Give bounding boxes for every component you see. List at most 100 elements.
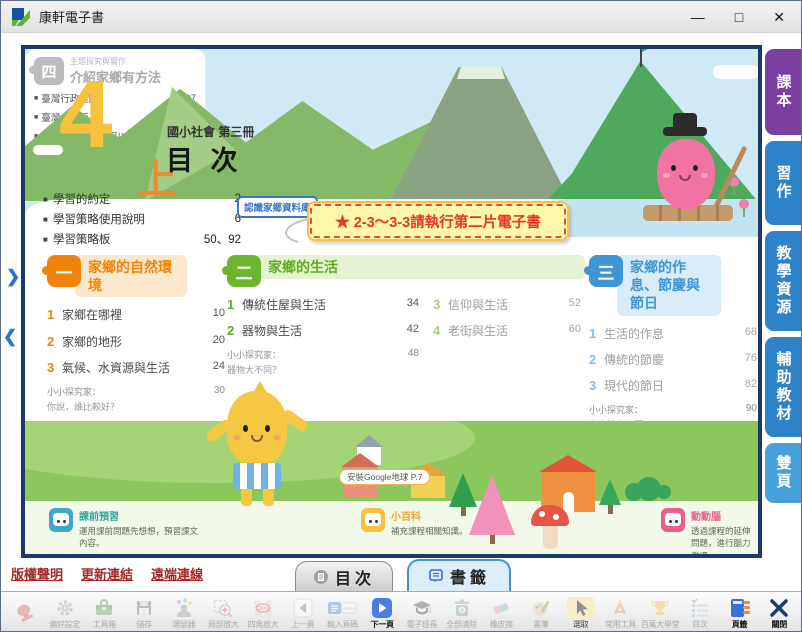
page-tabs-icon bbox=[728, 597, 752, 619]
lesson-row[interactable]: 3 氣候、水資源與生活 24 bbox=[47, 360, 225, 376]
tool-label: 關閉 bbox=[772, 619, 787, 630]
tool-million-hall[interactable]: 百萬大學堂 bbox=[640, 597, 680, 630]
tool-label: 百萬大學堂 bbox=[641, 619, 680, 630]
minimize-button[interactable]: — bbox=[691, 1, 705, 33]
tool-page-input[interactable]: menu 輸入頁碼 bbox=[323, 597, 363, 630]
lesson-row[interactable]: 1 家鄉在哪裡 10 bbox=[47, 307, 225, 323]
lesson-row[interactable]: 1 傳統住屋與生活 34 bbox=[227, 297, 419, 313]
unit-1-section: 一 家鄉的自然環境 1 家鄉在哪裡 10 2 家鄉的地形 20 3 氣候、水資源… bbox=[47, 255, 225, 413]
tool-next-page[interactable]: 下一頁 bbox=[362, 597, 402, 630]
legend-item-brainstorm: 動動腦 透過課程的延伸問題，進行腦力激盪。 bbox=[661, 508, 757, 554]
front-matter-label: 學習策略使用說明 bbox=[53, 211, 145, 227]
trash-icon bbox=[451, 597, 473, 619]
page-nav-chevron-right[interactable]: ❯ bbox=[6, 267, 20, 287]
unit-4-header[interactable]: 四 主題探究與實作 介紹家鄉有方法 bbox=[34, 56, 196, 86]
explorer-page: 48 bbox=[408, 348, 419, 361]
tool-label: 儲存 bbox=[136, 619, 151, 630]
legend-item-encyclopedia: 小百科 補充課程相關知識。 bbox=[361, 508, 501, 537]
page-input-icon: menu bbox=[327, 597, 357, 619]
tab-textbook[interactable]: 課本 bbox=[765, 49, 801, 135]
tool-corner-zoom[interactable]: 100% 四角放大 bbox=[243, 597, 283, 630]
remote-link[interactable]: 遠端連線 bbox=[151, 564, 203, 583]
tool-clear-all[interactable]: 全部清除 bbox=[442, 597, 482, 630]
tab-aux-materials[interactable]: 輔助教材 bbox=[765, 337, 801, 437]
unit-3-header[interactable]: 三 家鄉的作息、節慶與節日 bbox=[589, 255, 757, 316]
pink-character-body bbox=[657, 139, 715, 209]
tool-select[interactable]: 選取 bbox=[561, 597, 601, 630]
explorer-row[interactable]: 小小探究家： 48 器物大不同？ bbox=[227, 348, 419, 376]
gear-icon bbox=[54, 597, 76, 619]
tab-double-page[interactable]: 雙頁 bbox=[765, 443, 801, 503]
lesson-row-dimmed[interactable]: 2 傳統的節慶 76 bbox=[589, 352, 757, 368]
tool-common-tools[interactable]: 常用工具 bbox=[601, 597, 641, 630]
google-earth-tag: 安裝Google地球 P.7 bbox=[339, 469, 430, 485]
unit-2-section: 二 家鄉的生活 1 傳統住屋與生活 34 2 器物與生活 42 bbox=[227, 255, 585, 376]
lesson-page: 34 bbox=[393, 297, 419, 309]
lesson-number: 1 bbox=[589, 326, 604, 341]
lesson-row-dimmed[interactable]: 3 現代的節日 82 bbox=[589, 378, 757, 394]
lesson-page: 10 bbox=[199, 307, 225, 319]
graduation-cap-icon bbox=[411, 597, 433, 619]
unit-3-icon: 三 bbox=[589, 255, 623, 287]
tool-partial-zoom[interactable]: 局部放大 bbox=[204, 597, 244, 630]
page-nav-chevron-left[interactable]: ❮ bbox=[3, 327, 17, 347]
tool-toolbox[interactable]: 工具箱 bbox=[84, 597, 124, 630]
trophy-icon bbox=[649, 597, 671, 619]
lesson-row-dimmed[interactable]: 4 老街與生活 60 bbox=[433, 323, 581, 339]
lesson-number: 2 bbox=[589, 352, 604, 367]
tool-number-picker[interactable]: 選號器 bbox=[164, 597, 204, 630]
lesson-number: 1 bbox=[47, 307, 62, 322]
tool-label: 偏好設定 bbox=[49, 619, 80, 630]
tool-page-tabs[interactable]: 頁籤 bbox=[720, 597, 760, 630]
tool-close[interactable]: 關閉 bbox=[759, 597, 799, 630]
tool-e-class-leader[interactable]: 電子班長 bbox=[402, 597, 442, 630]
cursor-icon bbox=[570, 597, 592, 619]
lesson-title: 家鄉在哪裡 bbox=[62, 307, 195, 323]
bottom-tab-toc[interactable]: 目次 bbox=[295, 561, 393, 591]
footer-strip: 版權聲明 更新連結 遠端連線 目次 書籤 bbox=[1, 558, 802, 591]
tool-eraser[interactable]: 橡皮擦 bbox=[481, 597, 521, 630]
number-picker-icon bbox=[173, 597, 195, 619]
pink-character-illustration bbox=[631, 105, 758, 239]
lesson-title: 傳統的節慶 bbox=[604, 352, 727, 368]
lesson-row-dimmed[interactable]: 1 生活的作息 68 bbox=[589, 326, 757, 342]
unit-3-section: 三 家鄉的作息、節慶與節日 1 生活的作息 68 2 傳統的節慶 76 3 現代… bbox=[589, 255, 757, 431]
front-matter-row[interactable]: ■ 學習的約定 2 bbox=[43, 191, 241, 207]
unit-3-title: 家鄉的作息、節慶與節日 bbox=[617, 255, 721, 316]
front-matter-row[interactable]: ■ 學習策略使用說明 6 bbox=[43, 211, 241, 227]
lesson-row[interactable]: 2 家鄉的地形 20 bbox=[47, 334, 225, 350]
bottom-tab-bookmark[interactable]: 書籤 bbox=[407, 559, 511, 591]
explorer-row[interactable]: 小小探究家： 30 你說，誰比較好？ bbox=[47, 385, 225, 413]
tool-label: 橡皮擦 bbox=[490, 619, 513, 630]
lesson-row-dimmed[interactable]: 3 信仰與生活 52 bbox=[433, 297, 581, 313]
tab-workbook[interactable]: 習作 bbox=[765, 141, 801, 225]
tool-prev-page[interactable]: 上一頁 bbox=[283, 597, 323, 630]
cloud-icon bbox=[713, 65, 758, 79]
close-button[interactable]: ✕ bbox=[773, 1, 785, 33]
lesson-page: 82 bbox=[731, 378, 757, 390]
copyright-link[interactable]: 版權聲明 bbox=[11, 564, 63, 583]
unit-2-header[interactable]: 二 家鄉的生活 bbox=[227, 255, 585, 287]
tool-stamp[interactable] bbox=[5, 602, 45, 624]
tool-preferences[interactable]: 偏好設定 bbox=[45, 597, 85, 630]
toc-page-title: 目 次 bbox=[166, 139, 243, 178]
lesson-row[interactable]: 2 器物與生活 42 bbox=[227, 323, 419, 339]
legend-name: 動動腦 bbox=[691, 508, 755, 523]
stamp-icon bbox=[14, 602, 36, 624]
tool-pen[interactable]: 畫筆 bbox=[521, 597, 561, 630]
update-link[interactable]: 更新連結 bbox=[81, 564, 133, 583]
explorer-question: 器物大不同？ bbox=[227, 363, 419, 376]
window-title: 康軒電子書 bbox=[39, 7, 104, 26]
legend-name: 小百科 bbox=[391, 508, 491, 523]
tool-label: 四角放大 bbox=[248, 619, 279, 630]
unit-1-header[interactable]: 一 家鄉的自然環境 bbox=[47, 255, 225, 297]
tool-label: 輸入頁碼 bbox=[327, 619, 358, 630]
tool-save[interactable]: 儲存 bbox=[124, 597, 164, 630]
tab-teaching-resources[interactable]: 教學資源 bbox=[765, 231, 801, 331]
tool-toc[interactable]: 目次 bbox=[680, 597, 720, 630]
unit-4-icon: 四 bbox=[34, 57, 64, 85]
lesson-title: 器物與生活 bbox=[242, 323, 389, 339]
lesson-page: 24 bbox=[199, 360, 225, 372]
front-matter-row[interactable]: ■ 學習策略板 50、92 bbox=[43, 231, 241, 247]
maximize-button[interactable]: □ bbox=[735, 1, 743, 33]
